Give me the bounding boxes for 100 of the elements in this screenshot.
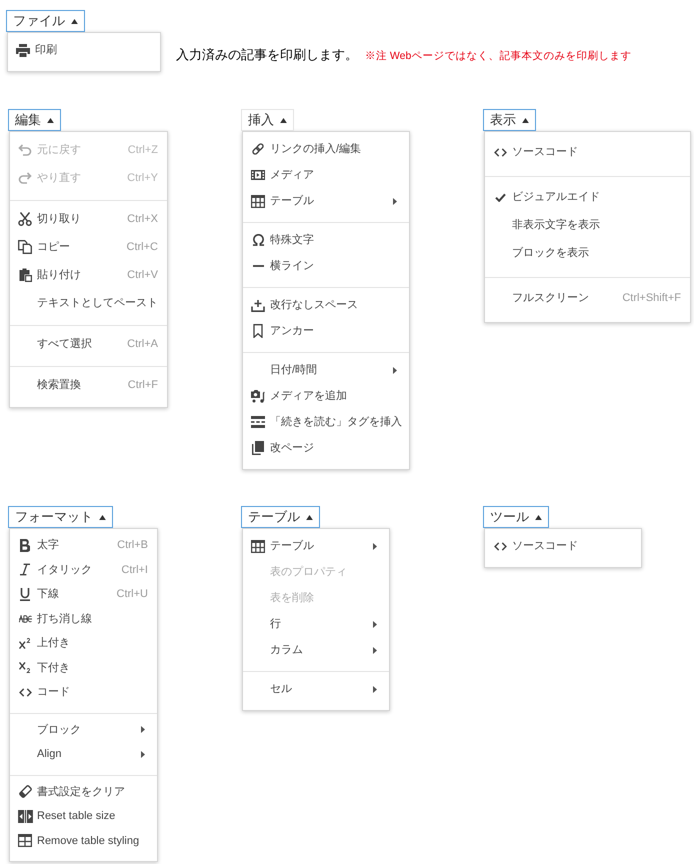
menu-item[interactable]: 貼り付け Ctrl+V bbox=[10, 261, 167, 289]
caret-right-icon bbox=[373, 646, 377, 654]
bold-icon bbox=[20, 538, 30, 552]
menu-item[interactable]: 検索置換 Ctrl+F bbox=[10, 371, 167, 399]
copy-icon bbox=[18, 240, 32, 254]
warning-note: ※注 Webページではなく、記事本文のみを印刷します bbox=[365, 49, 632, 64]
keyboard-shortcut: Ctrl+V bbox=[127, 268, 158, 283]
menu-item[interactable]: リンクの挿入/編集 bbox=[243, 136, 409, 162]
horizontal-line-icon bbox=[252, 265, 264, 267]
italic-icon bbox=[20, 563, 30, 576]
menu-item[interactable]: メディアを追加 bbox=[243, 383, 409, 409]
keyboard-shortcut: Ctrl+B bbox=[117, 538, 148, 553]
menu-item[interactable]: 下付き bbox=[10, 656, 157, 680]
menu-item[interactable]: 横ライン bbox=[243, 253, 409, 279]
link-icon bbox=[251, 142, 265, 156]
caret-icon bbox=[522, 118, 529, 122]
menu-item[interactable]: 日付/時間 bbox=[243, 357, 409, 383]
menu-item[interactable]: 「続きを読む」タグを挿入 bbox=[243, 409, 409, 435]
code-icon bbox=[18, 688, 32, 697]
keyboard-shortcut: Ctrl+I bbox=[121, 562, 148, 578]
dashed-lines-icon bbox=[251, 416, 265, 428]
menu-bar-button[interactable]: ツール bbox=[483, 506, 549, 528]
caret-icon bbox=[99, 514, 106, 520]
menu-item[interactable]: 非表示文字を表示 bbox=[485, 211, 690, 239]
keyboard-shortcut: Ctrl+X bbox=[127, 212, 158, 227]
menu-item[interactable]: セル bbox=[243, 676, 389, 702]
caret-right-icon bbox=[373, 686, 377, 692]
menu-item[interactable]: ソースコード bbox=[485, 533, 641, 559]
menu-item[interactable]: Remove table styling bbox=[10, 828, 157, 853]
column-resize-icon bbox=[18, 810, 32, 823]
keyboard-shortcut: Ctrl+Shift+F bbox=[622, 290, 681, 306]
strikethrough-icon bbox=[18, 614, 32, 623]
menu-item[interactable]: 改行なしスペース bbox=[243, 292, 409, 318]
table-icon bbox=[18, 834, 32, 848]
menu-item[interactable]: 行 bbox=[243, 611, 389, 637]
caret-icon bbox=[306, 514, 313, 520]
keyboard-shortcut: Ctrl+U bbox=[116, 587, 148, 602]
menu-item[interactable]: ビジュアルエイド bbox=[485, 183, 690, 211]
menu-bar-button[interactable]: 挿入 bbox=[241, 109, 294, 131]
menu-item[interactable]: 上付き bbox=[10, 631, 157, 656]
caret-icon bbox=[280, 118, 287, 122]
menu-item[interactable]: 打ち消し線 bbox=[10, 606, 157, 631]
menu-item[interactable]: 下線 Ctrl+U bbox=[10, 582, 157, 606]
superscript-icon bbox=[19, 638, 31, 649]
code-icon bbox=[494, 542, 506, 550]
omega-icon bbox=[252, 234, 264, 246]
caret-right-icon bbox=[393, 198, 397, 204]
menu-item[interactable]: コード bbox=[10, 680, 157, 704]
menu-bar-button[interactable]: フォーマット bbox=[8, 506, 113, 528]
menu-item[interactable]: コピー Ctrl+C bbox=[10, 233, 167, 261]
caret-right-icon bbox=[373, 542, 377, 550]
caret-right-icon bbox=[393, 366, 397, 374]
keyboard-shortcut: Ctrl+Z bbox=[128, 142, 158, 158]
redo-icon bbox=[18, 172, 32, 184]
underline-icon bbox=[20, 588, 30, 601]
menu-item[interactable]: ブロック bbox=[10, 718, 157, 742]
menu-bar-button[interactable]: ファイル bbox=[6, 10, 85, 32]
bookmark-icon bbox=[253, 324, 263, 338]
menu-item[interactable]: すべて選択 Ctrl+A bbox=[10, 330, 167, 358]
menu-item[interactable]: ブロックを表示 bbox=[485, 239, 690, 267]
keyboard-shortcut: Ctrl+A bbox=[127, 336, 158, 352]
menu-item[interactable]: Reset table size bbox=[10, 804, 157, 828]
clipboard-icon bbox=[18, 268, 32, 282]
table-icon bbox=[251, 194, 265, 208]
menu-item[interactable]: カラム bbox=[243, 637, 389, 663]
camera-note-icon bbox=[251, 389, 265, 403]
undo-icon bbox=[18, 144, 32, 156]
menu-item[interactable]: フルスクリーン Ctrl+Shift+F bbox=[485, 284, 690, 312]
page-stack-icon bbox=[252, 441, 264, 455]
menu-item[interactable]: テーブル bbox=[243, 533, 389, 559]
scissors-icon bbox=[18, 212, 32, 226]
code-icon bbox=[494, 148, 506, 156]
menu-item[interactable]: 切り取り Ctrl+X bbox=[10, 205, 167, 233]
menu-item[interactable]: 印刷 bbox=[8, 37, 160, 63]
caret-right-icon bbox=[141, 750, 145, 758]
menu-bar-button[interactable]: 表示 bbox=[483, 109, 536, 131]
description-text: 入力済みの記事を印刷します。 bbox=[176, 46, 358, 64]
caret-right-icon bbox=[141, 726, 145, 734]
menu-bar-button[interactable]: 編集 bbox=[8, 109, 61, 131]
menu-item[interactable]: メディア bbox=[243, 162, 409, 188]
keyboard-shortcut: Ctrl+F bbox=[128, 378, 158, 393]
menu-item[interactable]: イタリック Ctrl+I bbox=[10, 558, 157, 582]
menu-item[interactable]: Align bbox=[10, 742, 157, 766]
caret-icon bbox=[47, 118, 54, 122]
menu-item[interactable]: 太字 Ctrl+B bbox=[10, 533, 157, 558]
menu-item[interactable]: テキストとしてペースト bbox=[10, 289, 167, 317]
menu-item[interactable]: 書式設定をクリア bbox=[10, 780, 157, 804]
caret-right-icon bbox=[373, 620, 377, 628]
film-icon bbox=[251, 170, 265, 180]
tray-plus-icon bbox=[251, 298, 265, 312]
menu-bar-button[interactable]: テーブル bbox=[241, 506, 320, 528]
menu-item[interactable]: 改ページ bbox=[243, 435, 409, 461]
caret-icon bbox=[71, 18, 78, 24]
eraser-icon bbox=[18, 785, 32, 798]
menu-item[interactable]: 特殊文字 bbox=[243, 227, 409, 253]
menu-item[interactable]: アンカー bbox=[243, 318, 409, 344]
menu-item[interactable]: テーブル bbox=[243, 188, 409, 214]
menu-item[interactable]: ソースコード bbox=[485, 138, 690, 166]
keyboard-shortcut: Ctrl+Y bbox=[127, 170, 158, 186]
caret-icon bbox=[535, 514, 542, 520]
